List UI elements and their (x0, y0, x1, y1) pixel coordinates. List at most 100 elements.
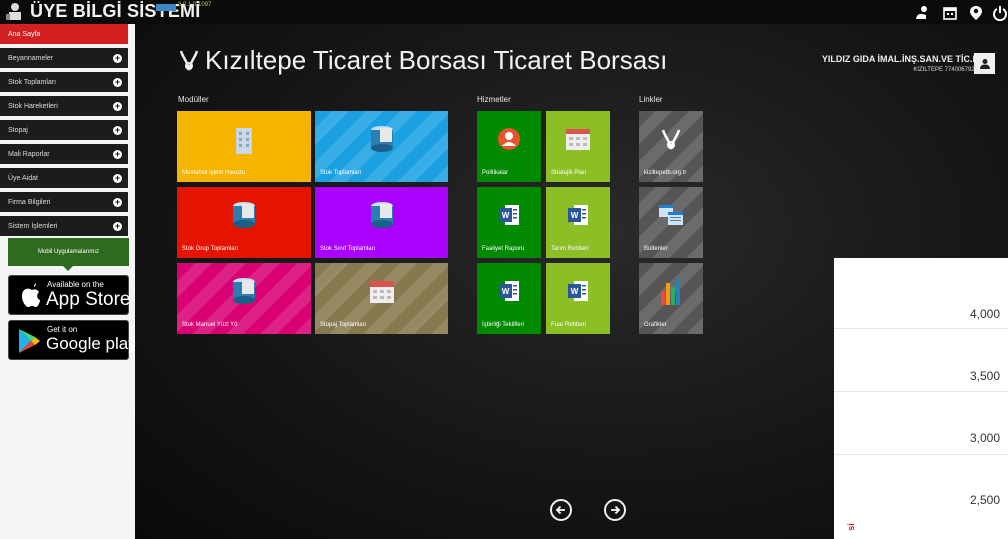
sidebar-item-label: Stok Hareketleri (8, 102, 58, 110)
tile-stok-grup-toplamlari[interactable]: Stok Grup Toplamları (177, 187, 311, 258)
plus-circle-icon: + (113, 149, 122, 159)
tile-label: Stok Manuel Yüzl Yö (182, 322, 238, 328)
sidebar-item-label: Beyannameler (8, 54, 54, 62)
plus-circle-icon: + (113, 101, 122, 111)
y-tick-label: 4,000 (969, 307, 1000, 321)
database-icon (233, 278, 255, 305)
tile-bultenler[interactable]: Bültenler (639, 187, 703, 258)
google-play-badge[interactable]: Get it on Google play (8, 320, 137, 360)
top-bar: ÜYE BİLGİ SİSTEMİ 3.0.1.0.1097 (0, 0, 1008, 24)
tile-stratejik-plan[interactable]: Stratejik Plan (546, 111, 610, 182)
bar-chart-icon (661, 279, 680, 306)
tile-label: Stratejik Plan (551, 170, 587, 176)
tile-stok-manuel[interactable]: Stok Manuel Yüzl Yö (177, 263, 311, 334)
section-label-modules: Modüller (178, 95, 209, 104)
prev-page-button[interactable] (550, 499, 572, 521)
tile-stok-sinif-toplamlari[interactable]: Stok Sınıf Toplamları (315, 187, 448, 258)
sidebar-item-mali-raporlar[interactable]: Mali Raporlar + (0, 144, 128, 166)
sidebar-item-stok-toplamlari[interactable]: Stok Toplamları + (0, 72, 128, 94)
svg-text:W: W (571, 211, 579, 220)
google-play-small-text: Get it on (47, 325, 78, 334)
calendar-icon[interactable] (940, 3, 960, 23)
tile-label: Faaliyet Raporu (482, 246, 525, 252)
plus-circle-icon: + (113, 173, 122, 183)
tile-label: Stok Grup Toplamları (182, 246, 239, 252)
gridline (834, 391, 1008, 392)
sidebar-item-label: Mali Raporlar (8, 150, 50, 158)
sidebar: Ana Sayfa Beyannameler + Stok Toplamları… (0, 24, 137, 539)
sidebar-item-beyannameler[interactable]: Beyannameler + (0, 48, 128, 70)
version-text: 3.0.1.0.1097 (178, 2, 212, 8)
sidebar-item-label: Stok Toplamları (8, 78, 57, 86)
user-avatar[interactable] (974, 53, 995, 74)
sidebar-item-sistem-islemleri[interactable]: Sistem İşlemleri + (0, 216, 128, 238)
table-icon (659, 205, 683, 226)
tile-label: kiziltepetb.org.tr (644, 170, 687, 176)
calendar-icon (369, 281, 394, 304)
tile-mustahsil-islem-havuzu[interactable]: Müstahsil İşlem Havuzu (177, 111, 311, 182)
app-logo-icon (6, 3, 21, 20)
plus-circle-icon: + (113, 197, 122, 207)
svg-text:W: W (571, 287, 579, 296)
word-doc-icon: W (499, 205, 519, 226)
plus-circle-icon: + (113, 53, 122, 63)
tile-politikalar[interactable]: Politikalar (477, 111, 541, 182)
sidebar-item-label: Firma Bilgileri (8, 198, 51, 206)
tile-grafikler[interactable]: Grafikler (639, 263, 703, 334)
borsa-logo-icon (179, 50, 199, 71)
y-tick-label: 3,500 (969, 369, 1000, 383)
sidebar-item-ana-sayfa[interactable]: Ana Sayfa (0, 24, 128, 46)
tile-isbirligi-teklifleri[interactable]: W İşbirliği Teklifleri (477, 263, 541, 334)
tile-label: Fuar Rehberi (551, 322, 587, 328)
user-phone-icon[interactable] (912, 3, 932, 23)
tile-kiziltepetb-link[interactable]: kiziltepetb.org.tr (639, 111, 703, 182)
calendar-icon (566, 129, 590, 151)
tile-label: Stok Sınıf Toplamları (320, 246, 376, 252)
tile-tarim-rehberi[interactable]: W Tarım Rehberi (546, 187, 610, 258)
app-store-small-text: Available on the (47, 280, 104, 289)
tile-label: Politikalar (482, 170, 509, 176)
mobile-apps-label: Mobil Uygulamalarımız (37, 249, 100, 255)
chart-overlay-panel: 4,000 3,500 3,000 2,500 si (834, 258, 1008, 539)
plus-circle-icon: + (113, 221, 122, 231)
next-page-button[interactable] (604, 499, 626, 521)
word-doc-icon: W (568, 281, 588, 302)
gridline (834, 328, 1008, 329)
y-tick-label: 3,000 (969, 431, 1000, 445)
tile-label: Müstahsil İşlem Havuzu (182, 170, 246, 176)
word-doc-icon: W (499, 281, 519, 302)
mobile-apps-button[interactable]: Mobil Uygulamalarımız (8, 238, 129, 266)
power-icon[interactable] (990, 3, 1008, 23)
tile-label: Tarım Rehberi (551, 246, 589, 252)
apple-icon (22, 283, 40, 307)
sidebar-item-stopaj[interactable]: Stopaj + (0, 120, 128, 142)
location-pin-icon[interactable] (966, 3, 986, 23)
sidebar-item-firma-bilgileri[interactable]: Firma Bilgileri + (0, 192, 128, 214)
section-label-services: Hizmetler (477, 95, 511, 104)
database-icon (233, 202, 255, 229)
sidebar-item-stok-hareketleri[interactable]: Stok Hareketleri + (0, 96, 128, 118)
tile-faaliyet-raporu[interactable]: W Faaliyet Raporu (477, 187, 541, 258)
sidebar-item-label: Üye Aidat (8, 174, 38, 182)
y-tick-label: 2,500 (969, 493, 1000, 507)
version-badge (156, 4, 176, 11)
sidebar-item-uye-aidat[interactable]: Üye Aidat + (0, 168, 128, 190)
plus-circle-icon: + (113, 125, 122, 135)
plus-circle-icon: + (113, 77, 122, 87)
sidebar-item-label: Sistem İşlemleri (8, 222, 58, 230)
arrow-right-icon (611, 505, 621, 515)
google-play-big-text: Google play (46, 334, 137, 353)
tile-stok-toplamlari[interactable]: Stok Toplamları (315, 111, 448, 182)
arrow-left-icon (555, 505, 565, 515)
svg-text:W: W (502, 287, 510, 296)
mobile-apps-arrow (63, 266, 73, 271)
app-store-badge[interactable]: Available on the App Store (8, 275, 131, 315)
sidebar-item-label: Ana Sayfa (8, 30, 41, 38)
tile-stopaj-toplamlari[interactable]: Stopaj Toplamları (315, 263, 448, 334)
tile-fuar-rehberi[interactable]: W Fuar Rehberi (546, 263, 610, 334)
google-play-icon (19, 329, 40, 353)
database-icon (370, 202, 393, 229)
chart-axis-label: si (845, 523, 856, 531)
app-store-big-text: App Store (46, 289, 131, 310)
user-name: YILDIZ GIDA İMAL.İNŞ.SAN.VE TİC.L (821, 54, 978, 64)
